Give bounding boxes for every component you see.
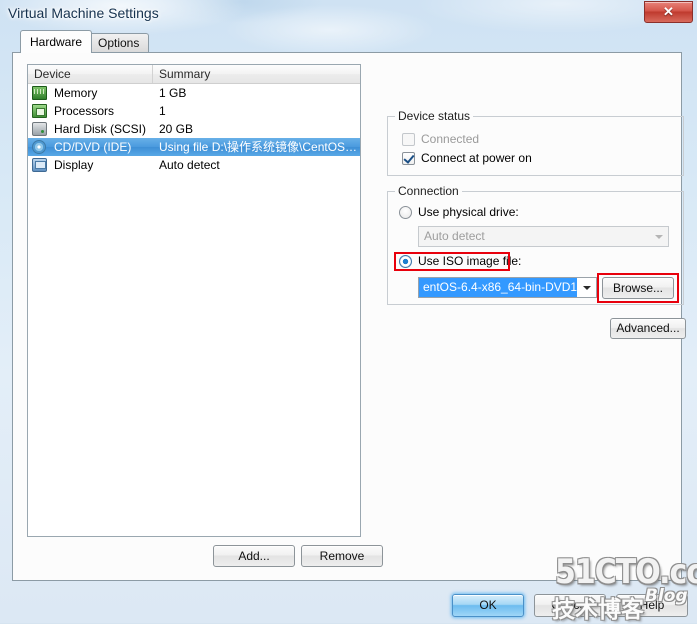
add-button[interactable]: Add...: [213, 545, 295, 567]
cancel-button[interactable]: Cancel: [534, 594, 606, 617]
connect-at-power-on-label: Connect at power on: [421, 151, 532, 165]
device-name: Memory: [54, 86, 98, 100]
chevron-down-icon[interactable]: [650, 227, 668, 246]
advanced-button[interactable]: Advanced...: [610, 318, 686, 339]
device-status-group: Device status Connected Connect at power…: [387, 109, 684, 176]
connected-label: Connected: [421, 132, 480, 146]
checkbox-icon-connected[interactable]: [402, 133, 415, 146]
radio-icon-iso-image[interactable]: [399, 255, 412, 268]
device-summary: Using file D:\操作系统镜像\CentOS-6...: [159, 140, 358, 154]
device-name: Processors: [54, 104, 115, 118]
remove-button[interactable]: Remove: [301, 545, 383, 567]
device-summary: Auto detect: [159, 158, 220, 172]
device-list-header: Device Summary: [28, 65, 360, 84]
physical-drive-select[interactable]: Auto detect: [418, 226, 669, 247]
device-list[interactable]: Device Summary Memory 1 GB Processors 1: [27, 64, 361, 537]
vm-settings-window: Virtual Machine Settings ✕ Hardware Opti…: [0, 0, 697, 623]
tab-strip: Hardware Options: [12, 30, 684, 53]
table-row[interactable]: Display Auto detect: [28, 156, 360, 174]
tab-hardware[interactable]: Hardware: [20, 30, 93, 53]
window-title: Virtual Machine Settings: [8, 5, 159, 21]
device-summary: 20 GB: [159, 122, 194, 136]
device-name: Display: [54, 158, 94, 172]
checkbox-icon-connect-at-power-on[interactable]: [402, 152, 415, 165]
table-row[interactable]: Memory 1 GB: [28, 84, 360, 102]
iso-path-value[interactable]: entOS-6.4-x86_64-bin-DVD1.iso: [419, 278, 577, 297]
device-list-rows: Memory 1 GB Processors 1 Hard Disk (SCSI…: [28, 84, 360, 174]
table-row[interactable]: Hard Disk (SCSI) 20 GB: [28, 120, 360, 138]
use-physical-drive-label: Use physical drive:: [418, 205, 519, 219]
table-row-selected[interactable]: CD/DVD (IDE) Using file D:\操作系统镜像\CentOS…: [28, 138, 360, 156]
device-status-title: Device status: [395, 109, 474, 123]
radio-icon-physical-drive[interactable]: [399, 206, 412, 219]
table-row[interactable]: Processors 1: [28, 102, 360, 120]
browse-button[interactable]: Browse...: [602, 277, 674, 299]
device-summary: 1 GB: [159, 86, 187, 100]
hardware-tab-page: Device Summary Memory 1 GB Processors 1: [12, 52, 686, 581]
iso-path-combobox[interactable]: entOS-6.4-x86_64-bin-DVD1.iso: [418, 277, 597, 298]
close-icon[interactable]: ✕: [644, 1, 693, 23]
help-button[interactable]: Help: [616, 594, 688, 617]
device-name: CD/DVD (IDE): [54, 140, 132, 154]
connection-title: Connection: [395, 184, 462, 198]
ok-button[interactable]: OK: [452, 594, 524, 617]
physical-drive-value: Auto detect: [424, 229, 485, 243]
column-header-summary[interactable]: Summary: [153, 65, 360, 83]
device-name: Hard Disk (SCSI): [54, 122, 147, 136]
column-header-device[interactable]: Device: [28, 65, 153, 83]
use-iso-image-label: Use ISO image file:: [418, 254, 522, 268]
device-summary: 1: [159, 104, 166, 118]
chevron-down-icon[interactable]: [578, 278, 596, 297]
title-bar: Virtual Machine Settings ✕: [0, 0, 697, 28]
tab-options[interactable]: Options: [88, 33, 150, 52]
dialog-client-area: Hardware Options Device Summary Memory 1…: [6, 26, 689, 616]
